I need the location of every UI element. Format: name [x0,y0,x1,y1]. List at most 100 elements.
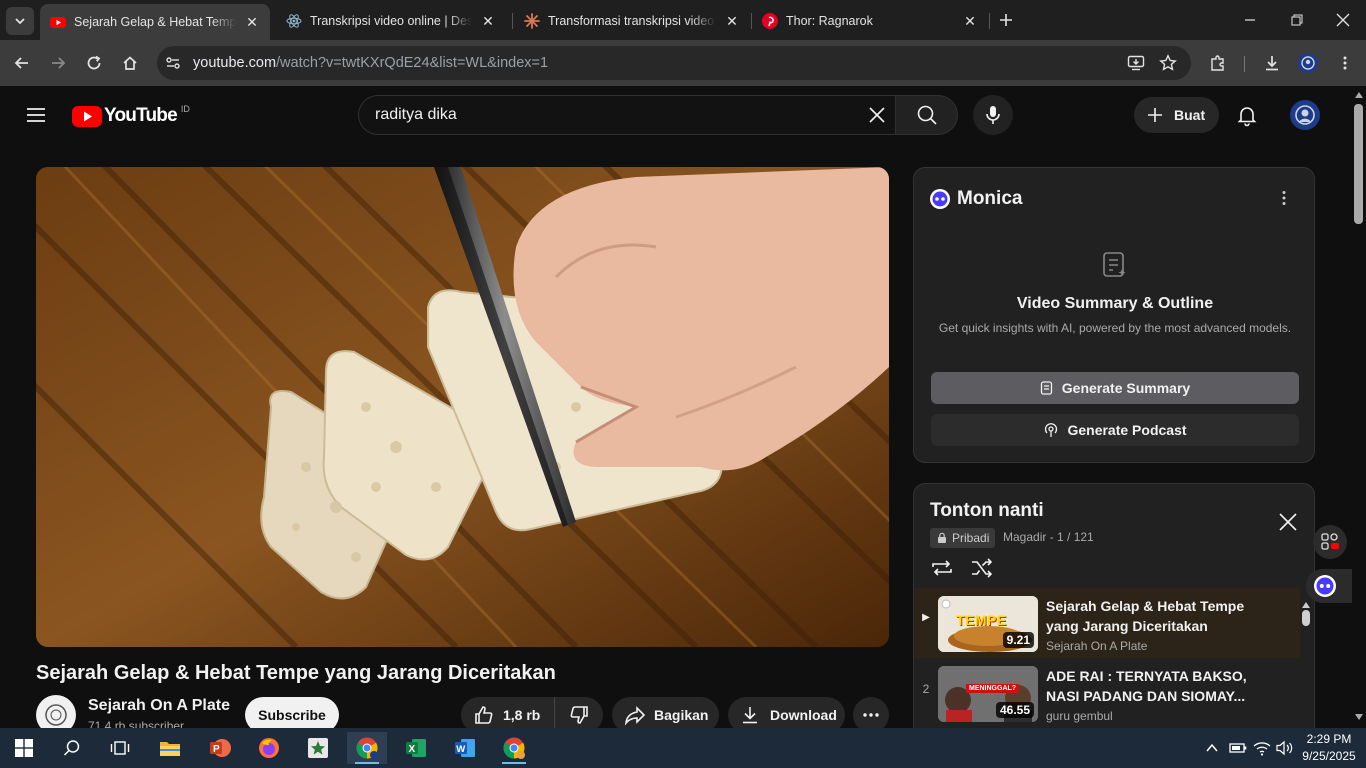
word-icon: W [454,737,476,759]
playlist-scroll-up-icon[interactable] [1302,602,1310,608]
close-icon[interactable]: ✕ [244,14,260,30]
search-button[interactable] [895,95,958,135]
monica-logo-icon [930,189,950,209]
taskbar-chrome-active[interactable] [347,732,387,764]
playlist-item[interactable]: 2 MENINGGAL? 46.55 ADE RAI : TERNYATA BA… [914,658,1300,728]
pinterest-favicon-icon [762,13,778,29]
create-button[interactable]: Buat [1134,97,1219,133]
browser-toolbar: youtube.com/watch?v=twtKXrQdE24&list=WL&… [0,40,1366,86]
taskbar-firefox[interactable] [249,732,289,764]
clear-search-icon[interactable] [867,105,887,125]
playlist-item-channel: Sejarah On A Plate [1046,639,1148,653]
playlist-item-title[interactable]: ADE RAI : TERNYATA BAKSO, NASI PADANG DA… [1046,666,1276,706]
show-hidden-icons-button[interactable] [1205,741,1219,755]
playlist-thumbnail[interactable]: MENINGGAL? 46.55 [938,666,1038,722]
site-info-icon[interactable] [165,55,181,71]
loop-button[interactable] [930,557,954,579]
generate-summary-button[interactable]: Generate Summary [931,372,1299,404]
battery-status[interactable] [1229,741,1247,755]
taskbar-file-explorer[interactable] [150,732,190,764]
page-scrollbar[interactable] [1352,86,1366,728]
avatar-icon [1290,100,1320,130]
restore-button[interactable] [1287,10,1307,30]
download-label: Download [770,707,837,723]
monica-header: Monica [930,188,1022,210]
downloads-button[interactable] [1257,48,1287,78]
tab-search-button[interactable] [6,7,34,35]
close-window-button[interactable] [1333,10,1353,30]
back-button[interactable] [7,48,37,78]
monica-subtext: Get quick insights with AI, powered by t… [938,321,1292,335]
account-avatar[interactable] [1290,100,1320,130]
profile-button[interactable] [1293,48,1323,78]
loop-icon [930,557,954,579]
thumbnail-text: MENINGGAL? [966,684,1020,693]
tab-transkripsi[interactable]: Transkripsi video online | Desgnr ✕ [276,6,506,36]
scroll-up-arrow-icon[interactable] [1355,92,1363,98]
voice-search-button[interactable] [973,95,1013,135]
task-view-button[interactable] [100,732,140,764]
scrollbar-thumb[interactable] [1354,104,1363,224]
home-button[interactable] [115,48,145,78]
youtube-masthead: YouTube ID Buat [0,86,1352,144]
tab-pinterest[interactable]: Thor: Ragnarok ✕ [752,6,988,36]
taskbar-powerpoint[interactable]: P [200,732,240,764]
close-icon[interactable]: ✕ [962,13,978,29]
restore-icon [1287,10,1307,30]
reload-button[interactable] [79,48,109,78]
playlist-owner-position: Magadir - 1 / 121 [1003,530,1094,544]
taskbar-app-star[interactable] [298,732,338,764]
close-icon[interactable]: ✕ [480,13,496,29]
volume-control[interactable] [1276,740,1294,756]
taskbar-search-button[interactable] [52,732,92,764]
playlist-title[interactable]: Tonton nanti [930,500,1044,522]
claude-favicon-icon [524,13,540,29]
privacy-badge: Pribadi [930,528,996,548]
start-button[interactable] [4,732,44,764]
install-app-icon[interactable] [1127,54,1145,72]
close-playlist-button[interactable] [1278,512,1298,532]
close-icon [1333,10,1353,30]
floating-monica-button[interactable] [1306,569,1352,603]
close-icon[interactable]: ✕ [724,13,740,29]
forward-button[interactable] [43,48,73,78]
minimize-icon [1240,10,1260,30]
bookmark-star-icon[interactable] [1159,54,1177,72]
video-player[interactable] [36,167,889,647]
tab-youtube[interactable]: Sejarah Gelap & Hebat Tempe yang Jarang … [40,4,270,40]
address-bar[interactable]: youtube.com/watch?v=twtKXrQdE24&list=WL&… [157,46,1191,80]
playlist-item-title[interactable]: Sejarah Gelap & Hebat Tempe yang Jarang … [1046,596,1276,636]
search-input[interactable] [375,106,855,124]
taskbar-excel[interactable]: X [396,732,436,764]
wifi-icon [1253,740,1271,756]
system-clock[interactable]: 2:29 PM 9/25/2025 [1298,731,1360,765]
monica-menu-button[interactable] [1276,190,1292,206]
youtube-logo[interactable]: YouTube ID [72,104,190,128]
minimize-button[interactable] [1240,10,1260,30]
tab-transformasi[interactable]: Transformasi transkripsi video menjadi ✕ [514,6,750,36]
microphone-icon [983,104,1003,126]
shuffle-button[interactable] [970,557,994,579]
share-arrow-icon [624,704,646,726]
browser-menu-button[interactable] [1330,48,1360,78]
taskbar-chrome-profile[interactable] [494,732,534,764]
new-tab-button[interactable] [996,10,1016,30]
chevron-up-icon [1205,741,1219,755]
speaker-icon [1276,740,1294,756]
scroll-down-arrow-icon[interactable] [1355,714,1363,720]
thumbs-down-icon [568,704,590,726]
playlist-scrollbar-thumb[interactable] [1302,610,1310,626]
url-text[interactable]: youtube.com/watch?v=twtKXrQdE24&list=WL&… [193,55,548,71]
generate-podcast-button[interactable]: Generate Podcast [931,414,1299,446]
floating-apps-button[interactable] [1313,525,1347,559]
playlist-item[interactable]: ▶ TEMPE 9.21 Sejarah Gelap & Hebat Tempe… [914,588,1300,658]
taskbar-word[interactable]: W [445,732,485,764]
extensions-button[interactable] [1203,48,1233,78]
notifications-button[interactable] [1235,103,1259,127]
excel-icon: X [405,737,427,759]
network-status[interactable] [1253,740,1271,756]
playlist-thumbnail[interactable]: TEMPE 9.21 [938,596,1038,652]
channel-name[interactable]: Sejarah On A Plate [88,697,230,715]
guide-menu-button[interactable] [24,103,48,127]
summary-icon [1040,381,1054,395]
